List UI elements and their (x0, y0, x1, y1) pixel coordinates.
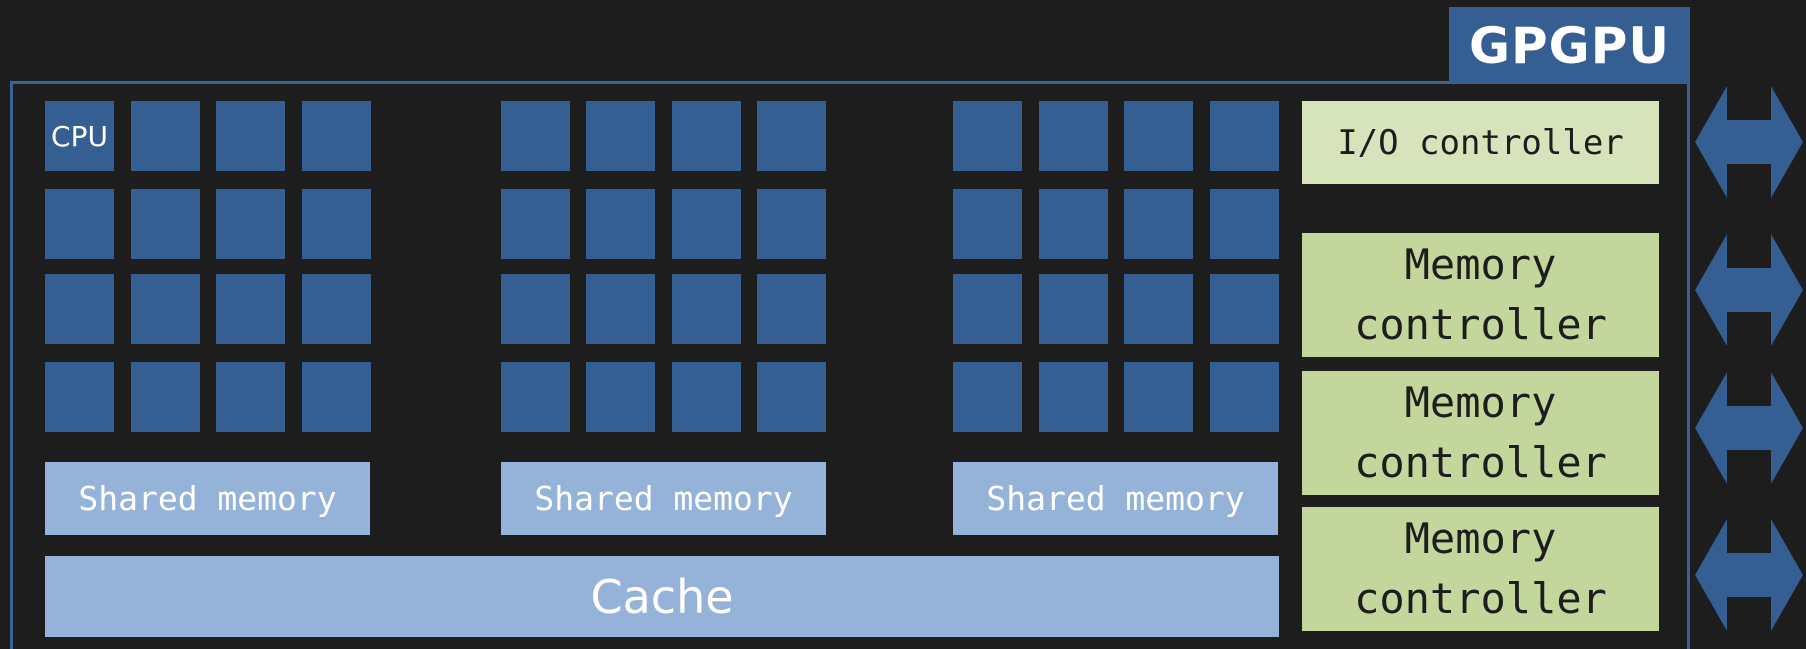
core (1124, 274, 1193, 344)
core (1210, 101, 1279, 171)
core (1124, 189, 1193, 259)
cache: Cache (45, 556, 1279, 637)
core (1124, 362, 1193, 432)
core (1039, 101, 1108, 171)
core (1039, 362, 1108, 432)
cpu-core: CPU (45, 101, 114, 171)
core (672, 101, 741, 171)
core (216, 101, 285, 171)
core (586, 362, 655, 432)
core (45, 274, 114, 344)
memory-controller-label-line1: Memory (1404, 514, 1557, 563)
core (672, 189, 741, 259)
core (216, 274, 285, 344)
core (757, 101, 826, 171)
core (1210, 189, 1279, 259)
core (45, 189, 114, 259)
double-arrow-icon (1695, 372, 1803, 484)
core (131, 101, 200, 171)
core (131, 362, 200, 432)
core (1039, 274, 1108, 344)
memory-controller-2: Memory controller (1302, 371, 1659, 495)
io-controller: I/O controller (1302, 101, 1659, 184)
memory-controller-1: Memory controller (1302, 233, 1659, 357)
core (302, 362, 371, 432)
shared-memory: Shared memory (45, 462, 370, 535)
core (216, 189, 285, 259)
memory-controller-3: Memory controller (1302, 507, 1659, 631)
core (45, 362, 114, 432)
shared-memory: Shared memory (501, 462, 826, 535)
core (953, 189, 1022, 259)
core (1210, 362, 1279, 432)
core (757, 274, 826, 344)
double-arrow-icon (1695, 519, 1803, 631)
memory-controller-label-line2: controller (1354, 438, 1607, 487)
core (302, 189, 371, 259)
core (757, 189, 826, 259)
core (586, 189, 655, 259)
core (501, 274, 570, 344)
core (757, 362, 826, 432)
gpgpu-diagram: GPGPU CPU Shared memory Shared memory Sh… (0, 0, 1806, 649)
memory-controller-label-line1: Memory (1404, 378, 1557, 427)
core (586, 274, 655, 344)
core (953, 101, 1022, 171)
double-arrow-icon (1695, 86, 1803, 198)
memory-controller-label-line2: controller (1354, 300, 1607, 349)
double-arrow-icon (1695, 234, 1803, 346)
core (1124, 101, 1193, 171)
core (672, 274, 741, 344)
core (216, 362, 285, 432)
memory-controller-label-line2: controller (1354, 574, 1607, 623)
core (672, 362, 741, 432)
core (302, 101, 371, 171)
core (1210, 274, 1279, 344)
core (131, 274, 200, 344)
core (953, 274, 1022, 344)
core (1039, 189, 1108, 259)
gpgpu-title: GPGPU (1449, 7, 1690, 84)
core (501, 362, 570, 432)
core (131, 189, 200, 259)
core (586, 101, 655, 171)
shared-memory: Shared memory (953, 462, 1278, 535)
core (501, 189, 570, 259)
core (302, 274, 371, 344)
memory-controller-label-line1: Memory (1404, 240, 1557, 289)
core (953, 362, 1022, 432)
core (501, 101, 570, 171)
